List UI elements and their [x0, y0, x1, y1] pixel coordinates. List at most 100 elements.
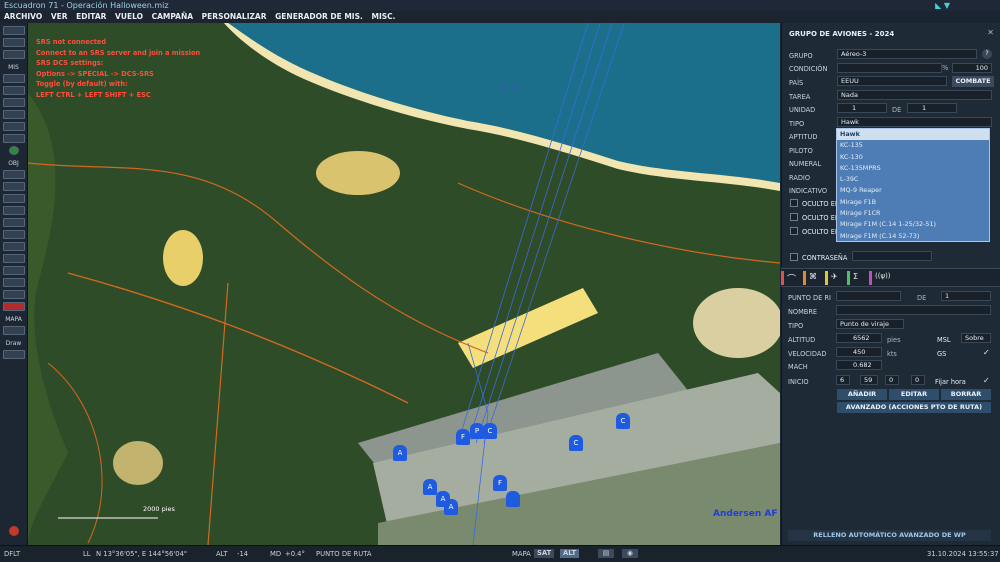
- new-file-icon[interactable]: [3, 26, 25, 35]
- static-icon[interactable]: [3, 218, 25, 227]
- fijar-checkmark-icon[interactable]: ✓: [983, 376, 990, 385]
- unidad-input[interactable]: 1: [837, 103, 887, 113]
- tab-summary-icon[interactable]: Σ: [853, 272, 858, 281]
- record-icon[interactable]: [9, 526, 19, 536]
- circle-zone-icon[interactable]: [3, 254, 25, 263]
- sat-button[interactable]: SAT: [534, 549, 555, 558]
- menu-vuelo[interactable]: VUELO: [115, 12, 143, 21]
- dropdown-option[interactable]: Mirage F1M (C.14 1-25/32-51): [837, 219, 989, 230]
- dropdown-option[interactable]: Mirage F1B: [837, 197, 989, 208]
- close-icon[interactable]: ✕: [987, 28, 994, 37]
- globe-button-icon[interactable]: ◉: [622, 549, 638, 558]
- dropdown-option[interactable]: MQ-9 Reaper: [837, 185, 989, 196]
- ship-icon[interactable]: [3, 194, 25, 203]
- editar-button[interactable]: EDITAR: [889, 389, 939, 400]
- menu-archivo[interactable]: ARCHIVO: [4, 12, 42, 21]
- menu-generador[interactable]: GENERADOR DE MIS.: [275, 12, 363, 21]
- map-view[interactable]: 2000 pies Andersen AF Nc ID A F P C C C …: [28, 23, 780, 545]
- unit-marker[interactable]: C: [483, 423, 497, 439]
- inicio-day[interactable]: 0: [911, 375, 925, 385]
- dropdown-option[interactable]: Hawk: [837, 129, 989, 141]
- airdrome-icon[interactable]: [3, 230, 25, 239]
- tab-radio-icon[interactable]: ((ψ)): [875, 272, 891, 280]
- oculto-checkbox-3[interactable]: [790, 227, 798, 235]
- inicio-second[interactable]: 0: [885, 375, 899, 385]
- combate-button[interactable]: COMBATE: [952, 76, 994, 87]
- dropdown-option[interactable]: Mirage F1CR: [837, 208, 989, 219]
- menu-ver[interactable]: VER: [51, 12, 68, 21]
- anadir-button[interactable]: AÑADIR: [837, 389, 887, 400]
- pais-select[interactable]: EEUU: [837, 76, 947, 86]
- mapa-button[interactable]: MAPA: [512, 546, 531, 562]
- alt-button[interactable]: ALT: [560, 549, 580, 558]
- unit-marker[interactable]: C: [616, 413, 630, 429]
- relleno-button[interactable]: RELLENO AUTOMÁTICO AVANZADO DE WP: [788, 530, 991, 541]
- wp-tipo-select[interactable]: Punto de viraje: [836, 319, 904, 329]
- unit-marker[interactable]: [506, 491, 520, 507]
- altitud-input[interactable]: 6562: [836, 333, 882, 343]
- target-icon[interactable]: [3, 242, 25, 251]
- draw-label[interactable]: Draw: [0, 340, 27, 347]
- wp-de-input[interactable]: 1: [941, 291, 991, 301]
- menu-campana[interactable]: CAMPAÑA: [152, 12, 193, 21]
- mach-input[interactable]: 0.682: [836, 360, 882, 370]
- dropdown-option[interactable]: Mirage F1M (C.14 52-73): [837, 231, 989, 242]
- unit-marker[interactable]: A: [393, 445, 407, 461]
- de-input[interactable]: 1: [907, 103, 957, 113]
- triggers-icon[interactable]: [3, 86, 25, 95]
- inicio-hour[interactable]: 6: [836, 375, 850, 385]
- dropdown-option[interactable]: KC-130: [837, 152, 989, 163]
- route-icon[interactable]: [3, 98, 25, 107]
- tipo-select[interactable]: Hawk: [837, 117, 992, 127]
- open-file-icon[interactable]: [3, 38, 25, 47]
- menu-personalizar[interactable]: PERSONALIZAR: [202, 12, 267, 21]
- grupo-input[interactable]: Aéreo-3: [837, 49, 977, 59]
- tab-route-icon[interactable]: ⌒: [787, 272, 796, 285]
- dropdown-option[interactable]: KC-135: [837, 140, 989, 151]
- gs-checkmark-icon[interactable]: ✓: [983, 348, 990, 357]
- weather-icon[interactable]: [3, 74, 25, 83]
- menu-editar[interactable]: EDITAR: [76, 12, 106, 21]
- tab-payload-icon[interactable]: ⌘: [809, 272, 817, 281]
- zone-icon[interactable]: [3, 110, 25, 119]
- map-key-icon[interactable]: [3, 326, 25, 335]
- tarea-select[interactable]: Nada: [837, 90, 992, 100]
- nombre-input[interactable]: [836, 305, 991, 315]
- shapes-icon[interactable]: [3, 290, 25, 299]
- dropdown-option[interactable]: KC-135MPRS: [837, 163, 989, 174]
- help-icon[interactable]: ?: [982, 49, 992, 59]
- link-icon[interactable]: [3, 278, 25, 287]
- velocidad-input[interactable]: 450: [836, 347, 882, 357]
- unit-marker[interactable]: F: [493, 475, 507, 491]
- contrasena-input[interactable]: [852, 251, 932, 261]
- delete-icon[interactable]: [3, 302, 25, 311]
- condicion-slider[interactable]: [837, 63, 942, 73]
- ruler-icon[interactable]: [3, 350, 25, 359]
- sobre-select[interactable]: Sobre: [961, 333, 991, 343]
- check-icon[interactable]: [3, 122, 25, 131]
- save-file-icon[interactable]: [3, 50, 25, 59]
- oculto-checkbox-1[interactable]: [790, 199, 798, 207]
- helicopter-icon[interactable]: [3, 182, 25, 191]
- layers-icon[interactable]: [3, 134, 25, 143]
- circle-icon[interactable]: [3, 266, 25, 275]
- tipo-dropdown-list[interactable]: Hawk KC-135 KC-130 KC-135MPRS L-39C MQ-9…: [836, 128, 990, 242]
- unit-marker[interactable]: P: [470, 423, 484, 439]
- msl-select[interactable]: MSL: [937, 336, 951, 344]
- punto-select[interactable]: [836, 291, 901, 301]
- terrain-map[interactable]: [28, 23, 780, 545]
- inicio-minute[interactable]: 59: [860, 375, 878, 385]
- layers-button-icon[interactable]: ▤: [598, 549, 614, 558]
- unit-marker[interactable]: C: [569, 435, 583, 451]
- profile-select[interactable]: DFLT: [4, 546, 20, 562]
- oculto-checkbox-2[interactable]: [790, 213, 798, 221]
- aircraft-icon[interactable]: [3, 170, 25, 179]
- unit-marker[interactable]: A: [444, 499, 458, 515]
- green-flag-icon[interactable]: [9, 146, 19, 155]
- tab-aircraft-icon[interactable]: ✈: [831, 272, 838, 281]
- dropdown-option[interactable]: L-39C: [837, 174, 989, 185]
- vehicle-icon[interactable]: [3, 206, 25, 215]
- menu-misc[interactable]: MISC.: [371, 12, 395, 21]
- contrasena-checkbox[interactable]: [790, 253, 798, 261]
- borrar-button[interactable]: BORRAR: [941, 389, 991, 400]
